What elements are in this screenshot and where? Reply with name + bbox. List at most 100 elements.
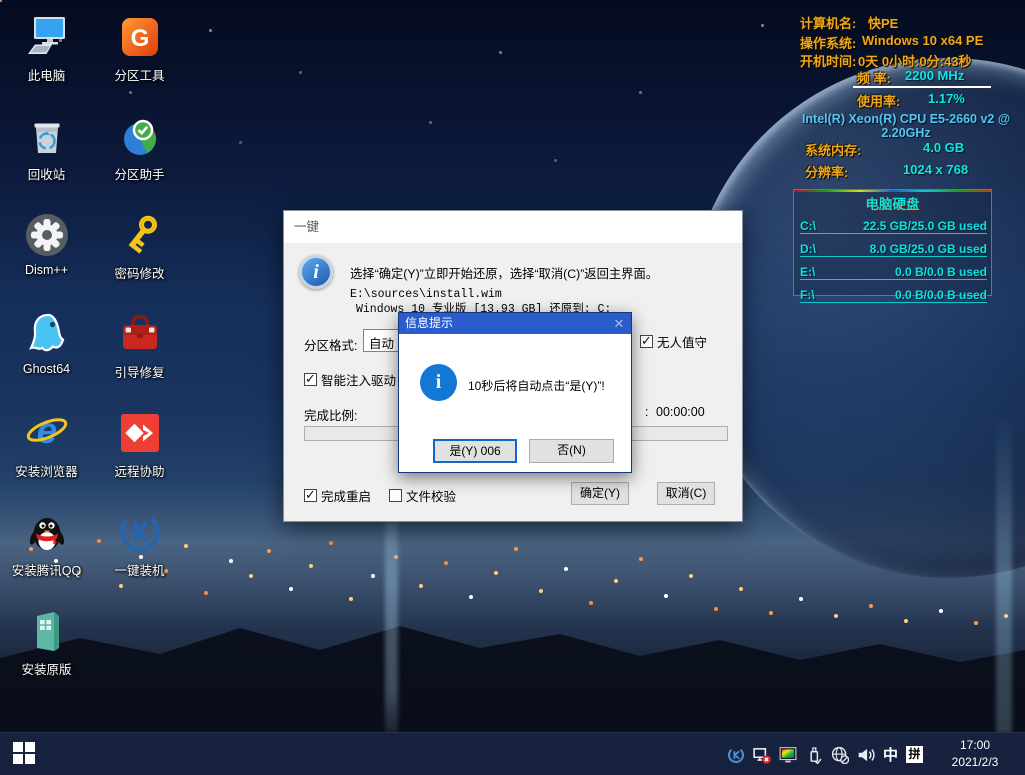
progress-label: 完成比例:: [304, 405, 357, 424]
drive-letter: E:\: [800, 265, 815, 279]
onekey-tray-icon[interactable]: [727, 746, 745, 764]
checkbox-unchecked-icon: [389, 489, 402, 502]
drive-letter: D:\: [800, 242, 816, 256]
ime-language-indicator[interactable]: 中: [883, 744, 898, 765]
disk-row: F:\ 0.0 B/0.0 B used: [800, 288, 987, 303]
disk-panel: 电脑硬盘 C:\ 22.5 GB/25.0 GB used D:\ 8.0 GB…: [793, 189, 992, 296]
recycle-bin-icon: [22, 111, 72, 161]
inject-driver-label: 智能注入驱动: [321, 370, 396, 389]
desktop-icon-label: 密码修改: [114, 263, 164, 282]
time-remaining-value: 00:00:00: [656, 405, 705, 419]
system-tray: 中 拼: [727, 733, 923, 775]
globe-blocked-icon[interactable]: [831, 746, 849, 764]
speaker-icon[interactable]: [857, 746, 875, 764]
taskbar-clock[interactable]: 17:00 2021/2/3: [935, 737, 1015, 771]
desktop-icon-label: 安装腾讯QQ: [12, 560, 81, 579]
desktop-icon-label: 远程协助: [114, 461, 164, 480]
frequency-label: 频 率:: [857, 68, 891, 87]
desktop-icon-toolbox[interactable]: 引导修复: [93, 303, 186, 402]
time-remaining-colon: :: [645, 405, 648, 419]
wallpaper-city-lights: [0, 0, 2, 2]
desktop-icon-onekey[interactable]: 一键装机: [93, 501, 186, 600]
resolution-label: 分辨率:: [805, 162, 848, 181]
prompt-dialog: 信息提示 ✕ i 10秒后将自动点击“是(Y)”! 是(Y) 006 否(N): [398, 312, 632, 473]
close-icon[interactable]: ✕: [607, 313, 631, 334]
desktop-icon-computer[interactable]: 此电脑: [0, 6, 93, 105]
drive-usage: 0.0 B/0.0 B used: [895, 288, 987, 302]
rainbow-divider: [794, 190, 991, 192]
frequency-value: 2200 MHz: [905, 68, 964, 83]
desktop-icon-diskgenius[interactable]: G 分区工具: [93, 6, 186, 105]
drive-usage: 0.0 B/0.0 B used: [895, 265, 987, 279]
ime-pinyin-icon[interactable]: 拼: [906, 746, 923, 763]
ghost-icon: [22, 309, 72, 359]
reboot-checkbox[interactable]: 完成重启: [304, 486, 371, 505]
desktop-icon-key[interactable]: 密码修改: [93, 204, 186, 303]
desktop-icon-label: 分区工具: [114, 65, 164, 84]
memory-value: 4.0 GB: [923, 140, 964, 155]
desktop-icon-ghost[interactable]: Ghost64: [0, 303, 93, 402]
os-value: Windows 10 x64 PE: [862, 33, 983, 48]
checkbox-checked-icon: [304, 489, 317, 502]
desktop-icon-label: 此电脑: [28, 65, 66, 84]
display-color-icon[interactable]: [779, 746, 797, 764]
windows-install-icon: [22, 606, 72, 656]
unattended-checkbox[interactable]: 无人值守: [640, 332, 707, 351]
info-icon: i: [299, 255, 333, 289]
yes-button[interactable]: 是(Y) 006: [433, 439, 517, 463]
onekey-icon: [115, 507, 165, 557]
desktop-icon-windows-install[interactable]: 安装原版: [0, 600, 93, 699]
drive-letter: C:\: [800, 219, 816, 233]
desktop-icons: 此电脑 G 分区工具 回收站 分区助手 Dism++ 密码修改 Ghost64 …: [0, 6, 186, 699]
desktop-icon-qq[interactable]: 安装腾讯QQ: [0, 501, 93, 600]
cancel-button[interactable]: 取消(C): [657, 482, 715, 505]
clock-time: 17:00: [935, 737, 1015, 754]
no-button[interactable]: 否(N): [529, 439, 614, 463]
usb-icon[interactable]: [805, 746, 823, 764]
prompt-dialog-titlebar[interactable]: 信息提示 ✕: [399, 313, 631, 334]
frequency-underline: [853, 86, 991, 88]
desktop-icon-gear[interactable]: Dism++: [0, 204, 93, 303]
cpu-usage-label: 使用率:: [857, 91, 900, 110]
desktop-icon-partition-assistant[interactable]: 分区助手: [93, 105, 186, 204]
network-error-icon[interactable]: [753, 746, 771, 764]
prompt-message: 10秒后将自动点击“是(Y)”!: [468, 377, 605, 394]
cpu-usage-value: 1.17%: [928, 91, 965, 106]
computer-name-value: 快PE: [868, 13, 898, 32]
desktop-icon-label: 引导修复: [114, 362, 164, 381]
taskbar: 中 拼 17:00 2021/2/3: [0, 732, 1025, 775]
inject-driver-checkbox[interactable]: 智能注入驱动: [304, 370, 396, 389]
restore-dialog-titlebar[interactable]: 一键: [284, 211, 742, 243]
verify-label: 文件校验: [406, 486, 456, 505]
desktop-icon-remote-assist[interactable]: 远程协助: [93, 402, 186, 501]
key-icon: [115, 210, 165, 260]
prompt-dialog-title: 信息提示: [405, 313, 453, 334]
memory-label: 系统内存:: [805, 140, 861, 159]
clock-date: 2021/2/3: [935, 754, 1015, 771]
ie-icon: e: [22, 408, 72, 458]
disk-row: C:\ 22.5 GB/25.0 GB used: [800, 219, 987, 234]
drive-letter: F:\: [800, 288, 815, 302]
ok-button[interactable]: 确定(Y): [571, 482, 629, 505]
desktop-icon-ie[interactable]: e 安装浏览器: [0, 402, 93, 501]
remote-assist-icon: [115, 408, 165, 458]
cpu-model: Intel(R) Xeon(R) CPU E5-2660 v2 @ 2.20GH…: [790, 112, 1022, 140]
svg-text:e: e: [36, 410, 57, 451]
desktop-icon-label: 回收站: [28, 164, 66, 183]
gear-icon: [22, 210, 72, 260]
checkbox-checked-icon: [640, 335, 653, 348]
os-label: 操作系统:: [800, 33, 856, 52]
computer-icon: [22, 12, 72, 62]
desktop-icon-label: Ghost64: [23, 362, 70, 376]
verify-checkbox[interactable]: 文件校验: [389, 486, 456, 505]
partition-format-value: 自动: [369, 337, 394, 351]
disk-row: E:\ 0.0 B/0.0 B used: [800, 265, 987, 280]
start-button[interactable]: [13, 742, 37, 766]
desktop-icon-label: 安装原版: [21, 659, 71, 678]
desktop-icon-label: 分区助手: [114, 164, 164, 183]
disk-row: D:\ 8.0 GB/25.0 GB used: [800, 242, 987, 257]
disk-panel-title: 电脑硬盘: [794, 193, 991, 213]
wallpaper-light-beam: [996, 415, 1012, 733]
partition-format-label: 分区格式:: [304, 335, 357, 354]
desktop-icon-recycle-bin[interactable]: 回收站: [0, 105, 93, 204]
